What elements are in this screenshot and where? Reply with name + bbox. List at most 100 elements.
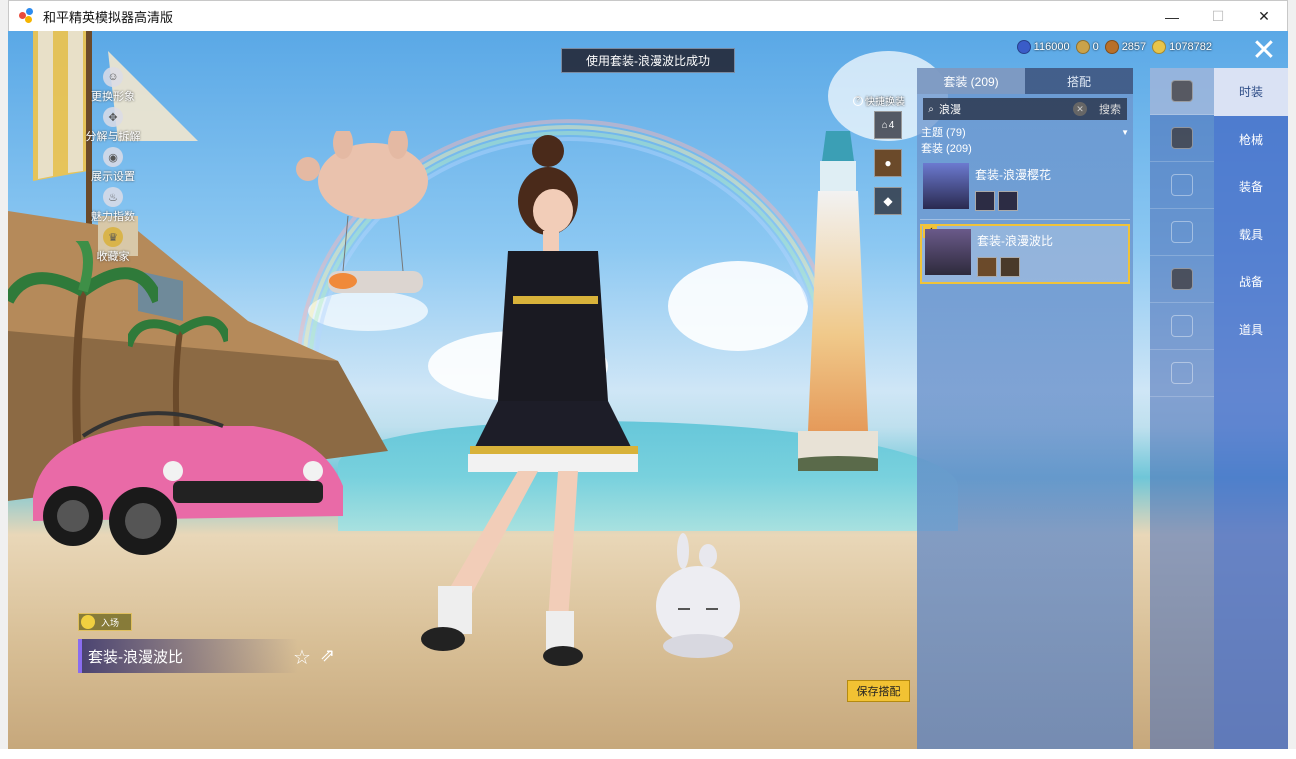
quick-swap-slot-2[interactable]: ● xyxy=(874,149,902,177)
category-top[interactable] xyxy=(1150,256,1214,303)
collector-icon: ♛ xyxy=(103,227,123,247)
avatar-icon: ☺ xyxy=(103,67,123,87)
category-column xyxy=(1150,68,1214,751)
quick-swap-slot-1[interactable]: ⌂ 4 xyxy=(874,111,902,139)
points-icon xyxy=(1075,40,1090,54)
eye-icon: ◉ xyxy=(103,147,123,167)
notice-toast: 使用套装-浪漫波比成功 xyxy=(561,48,735,73)
hanger-icon: ⌂ xyxy=(881,119,888,131)
left-menu-label: 收藏家 xyxy=(96,251,130,263)
category-mask[interactable] xyxy=(1150,209,1214,256)
close-icon: ✕ xyxy=(1251,34,1277,67)
window-titlebar: 和平精英模拟器高清版 — ☐ ✕ xyxy=(8,0,1288,31)
current-outfit-name: 套装-浪漫波比 xyxy=(78,639,298,673)
category-pants[interactable] xyxy=(1150,303,1214,350)
sub-item-thumbnail[interactable] xyxy=(998,191,1018,211)
nav-vehicles[interactable]: 载具 xyxy=(1214,211,1288,259)
nav-props[interactable]: 道具 xyxy=(1214,306,1288,354)
category-outfit[interactable] xyxy=(1150,68,1214,115)
mask-icon xyxy=(1171,221,1193,243)
left-menu-charm-index[interactable]: ♨ 魅力指数 xyxy=(68,187,158,225)
search-input[interactable] xyxy=(939,103,1073,115)
theme-filter[interactable]: 主题 (79) ▼ xyxy=(917,124,1133,140)
minimize-icon: — xyxy=(1165,8,1179,25)
nav-fashion[interactable]: 时装 xyxy=(1214,68,1288,116)
left-menu-label: 分解与拆解 xyxy=(85,131,141,143)
left-menu-display-settings[interactable]: ◉ 展示设置 xyxy=(68,147,158,185)
outfit-thumbnail xyxy=(923,163,969,209)
dropdown-arrow-icon: ▼ xyxy=(1121,127,1129,137)
window-title: 和平精英模拟器高清版 xyxy=(43,9,174,25)
dismantle-icon: ✥ xyxy=(103,107,123,127)
save-outfit-button[interactable]: 保存搭配 xyxy=(847,680,910,702)
item-name: 套装-浪漫波比 xyxy=(977,234,1053,248)
minimize-button[interactable]: — xyxy=(1149,1,1195,32)
nav-equipment[interactable]: 装备 xyxy=(1214,163,1288,211)
quick-swap-text: 快捷换装 xyxy=(865,97,905,108)
quick-swap-slot-3[interactable]: ◆ xyxy=(874,187,902,215)
clear-search-icon[interactable]: ✕ xyxy=(1073,102,1087,116)
search-icon: ⌕ xyxy=(928,103,934,115)
pink-sports-car xyxy=(33,411,343,555)
outfit-icon xyxy=(1171,80,1193,102)
currency-value: 1078782 xyxy=(1169,41,1212,53)
list-item-selected[interactable]: ✓ 套装-浪漫波比 xyxy=(920,224,1130,284)
theme-filter-label: 主题 (79) xyxy=(921,127,966,139)
emoji-icon xyxy=(81,615,95,629)
currency-value: 116000 xyxy=(1033,41,1070,53)
list-item[interactable]: 套装-浪漫樱花 xyxy=(920,160,1130,220)
tab-combination[interactable]: 搭配 xyxy=(1025,68,1133,94)
currency-gold[interactable]: 1078782 xyxy=(1152,40,1212,54)
currency-value: 0 xyxy=(1092,41,1099,53)
left-menu-dismantle[interactable]: ✥ 分解与拆解 xyxy=(68,107,158,145)
category-shoes[interactable] xyxy=(1150,350,1214,397)
help-icon: ? xyxy=(853,95,863,106)
favorite-star-icon[interactable]: ☆ xyxy=(293,645,311,670)
tab-sets[interactable]: 套装 (209) xyxy=(917,68,1025,94)
sub-item-thumbnail[interactable] xyxy=(1000,257,1020,277)
game-scene: ☺ 更换形象 ✥ 分解与拆解 ◉ 展示设置 ♨ 魅力指数 ♛ 收藏家 使用套装-… xyxy=(8,31,1288,751)
gold-coin-icon xyxy=(1152,40,1167,54)
maximize-button[interactable]: ☐ xyxy=(1195,1,1241,32)
bunny-pet xyxy=(656,533,740,658)
close-game-panel-button[interactable]: ✕ xyxy=(1248,36,1280,68)
quick-swap-label[interactable]: ? 快捷换装 xyxy=(853,93,905,108)
search-bar: ⌕ ✕ 搜索 xyxy=(923,98,1127,120)
set-count: 套装 (209) xyxy=(917,140,1133,156)
share-icon[interactable]: ⇗ xyxy=(320,645,335,666)
top-icon xyxy=(1171,268,1193,290)
coupon-icon xyxy=(1016,40,1031,54)
category-glasses[interactable] xyxy=(1150,162,1214,209)
background-window-strip xyxy=(0,749,1296,759)
currency-coupon[interactable]: 116000 xyxy=(1016,40,1070,54)
category-hat[interactable] xyxy=(1150,115,1214,162)
lighthouse xyxy=(798,131,878,471)
outfit-panel: 套装 (209) 搭配 ⌕ ✕ 搜索 主题 (79) ▼ 套装 (209) 套装… xyxy=(917,68,1133,751)
nav-weapons[interactable]: 枪械 xyxy=(1214,116,1288,164)
left-menu-label: 更换形象 xyxy=(91,91,135,103)
sub-item-thumbnail[interactable] xyxy=(975,191,995,211)
diamond-icon: ◆ xyxy=(883,194,893,208)
currency-bronze[interactable]: 2857 xyxy=(1104,40,1146,54)
entrance-label: 入场 xyxy=(101,617,120,628)
maximize-icon: ☐ xyxy=(1211,8,1225,24)
hat-icon xyxy=(1171,127,1193,149)
close-window-button[interactable]: ✕ xyxy=(1241,1,1287,32)
charm-icon: ♨ xyxy=(103,187,123,207)
search-button[interactable]: 搜索 xyxy=(1093,101,1127,117)
shoes-icon xyxy=(1171,362,1193,384)
glasses-icon xyxy=(1171,174,1193,196)
left-menu-collector[interactable]: ♛ 收藏家 xyxy=(68,227,158,265)
entrance-badge[interactable]: 入场 xyxy=(78,613,132,631)
left-menu-change-avatar[interactable]: ☺ 更换形象 xyxy=(68,67,158,105)
item-name: 套装-浪漫樱花 xyxy=(975,168,1051,182)
set-count-label: 套装 (209) xyxy=(921,143,972,155)
side-nav: 时装 枪械 装备 载具 战备 道具 xyxy=(1214,68,1288,751)
left-menu-label: 魅力指数 xyxy=(91,211,135,223)
bronze-coin-icon xyxy=(1104,40,1119,54)
nav-battle-prep[interactable]: 战备 xyxy=(1214,258,1288,306)
currency-points[interactable]: 0 xyxy=(1075,40,1099,54)
sub-item-thumbnail[interactable] xyxy=(977,257,997,277)
pants-icon xyxy=(1171,315,1193,337)
panel-tabs: 套装 (209) 搭配 xyxy=(917,68,1133,94)
